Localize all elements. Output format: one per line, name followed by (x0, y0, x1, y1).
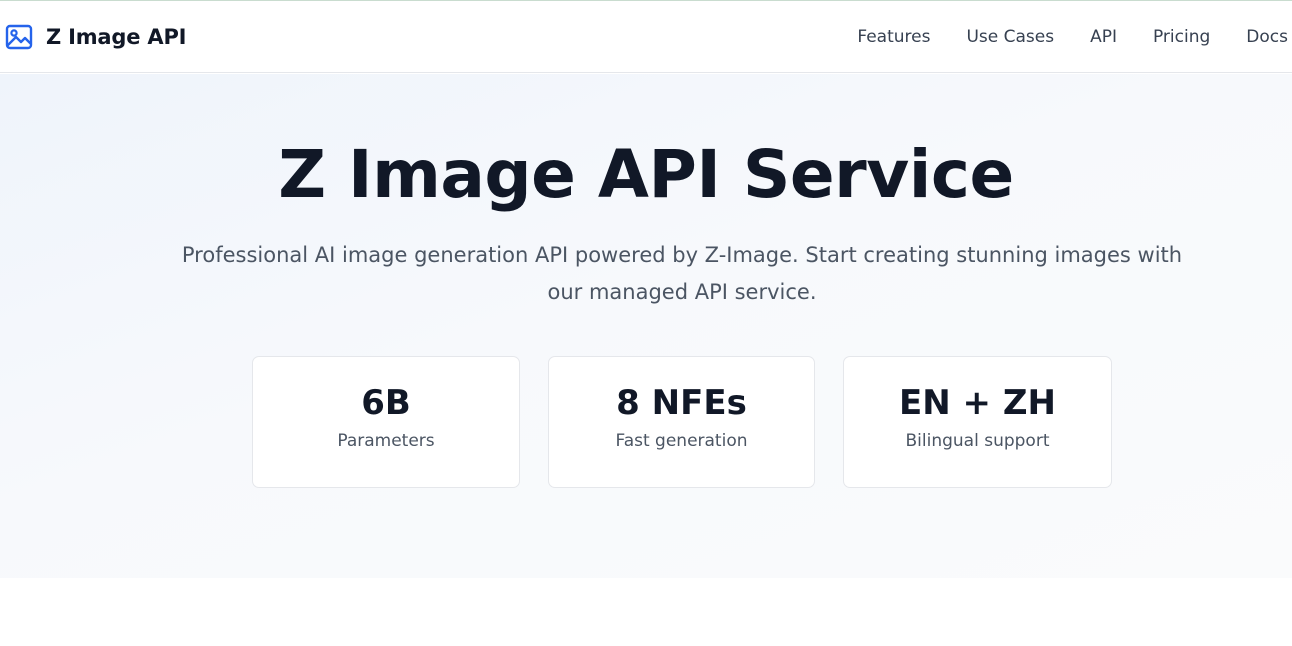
stat-value: 8 NFEs (616, 383, 747, 423)
stat-label: Bilingual support (905, 431, 1050, 451)
nav-link-docs[interactable]: Docs (1246, 27, 1288, 47)
nav-links: Features Use Cases API Pricing Docs (821, 1, 1288, 72)
stat-card-parameters: 6B Parameters (252, 356, 520, 488)
nav-link-pricing[interactable]: Pricing (1153, 27, 1210, 47)
image-icon (5, 23, 33, 51)
navbar: Z Image API Features Use Cases API Prici… (0, 1, 1292, 73)
brand-logo-link[interactable]: Z Image API (5, 23, 186, 51)
nav-link-features[interactable]: Features (857, 27, 930, 47)
stats-row: 6B Parameters 8 NFEs Fast generation EN … (252, 356, 1112, 488)
stat-value: 6B (361, 383, 411, 423)
stat-card-fast-generation: 8 NFEs Fast generation (548, 356, 815, 488)
stat-label: Fast generation (615, 431, 748, 451)
stat-card-bilingual-support: EN + ZH Bilingual support (843, 356, 1112, 488)
hero-subtitle: Professional AI image generation API pow… (181, 243, 1183, 304)
brand-name: Z Image API (46, 24, 187, 49)
hero-section: Z Image API Service Professional AI imag… (0, 74, 1292, 578)
stat-value: EN + ZH (899, 383, 1056, 423)
nav-link-api[interactable]: API (1090, 27, 1117, 47)
nav-link-use-cases[interactable]: Use Cases (966, 27, 1054, 47)
hero-title: Z Image API Service (278, 136, 1014, 213)
stat-label: Parameters (337, 431, 435, 451)
